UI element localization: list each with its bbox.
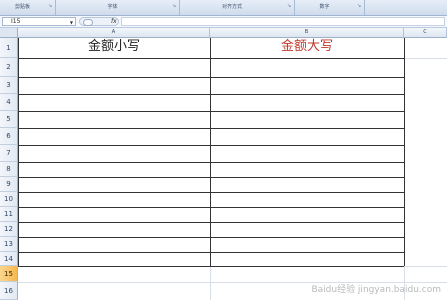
row-header[interactable]: 14	[0, 252, 18, 266]
table-border	[18, 252, 404, 253]
cell-b1[interactable]: 金额大写	[210, 38, 404, 56]
cell-a1[interactable]: 金额小写	[18, 38, 210, 56]
row-header-selected[interactable]: 15	[0, 266, 18, 282]
ribbon-group-label: 字体	[107, 4, 118, 10]
row-header[interactable]: 6	[0, 128, 18, 145]
formula-input[interactable]	[121, 17, 445, 26]
ribbon-group-label: 数字	[319, 4, 330, 10]
table-border	[210, 38, 211, 266]
table-border	[18, 111, 404, 112]
column-header-a[interactable]: A	[18, 28, 210, 38]
table-border	[18, 77, 404, 78]
insert-function-circle-icon[interactable]	[83, 19, 93, 26]
row-header[interactable]: 9	[0, 177, 18, 192]
ribbon-group-clipboard[interactable]: 剪贴板 ↘	[0, 0, 56, 15]
formula-bar: I15 ▼ fx	[0, 16, 447, 28]
row-header[interactable]: 10	[0, 192, 18, 207]
name-box-value: I15	[11, 18, 21, 25]
table-border	[18, 128, 404, 129]
table-border	[404, 38, 405, 266]
dialog-launcher-icon[interactable]: ↘	[357, 4, 362, 9]
ribbon: 剪贴板 ↘ 字体 ↘ 对齐方式 ↘ 数字 ↘	[0, 0, 447, 16]
ribbon-group-alignment[interactable]: 对齐方式 ↘	[180, 0, 295, 15]
row-header[interactable]: 2	[0, 58, 18, 77]
table-border	[18, 237, 404, 238]
row-header[interactable]: 3	[0, 77, 18, 94]
table-border	[18, 192, 404, 193]
fx-icon[interactable]: fx	[111, 18, 117, 26]
name-box[interactable]: I15 ▼	[2, 17, 76, 26]
table-border	[18, 94, 404, 95]
table-border	[18, 162, 404, 163]
table-border	[18, 38, 19, 266]
row-header[interactable]: 16	[0, 282, 18, 300]
table-border	[18, 207, 404, 208]
ribbon-group-label: 剪贴板	[14, 4, 30, 10]
row-header[interactable]: 5	[0, 111, 18, 128]
watermark: Baidu经验 jingyan.baidu.com	[311, 285, 441, 295]
column-header-c[interactable]: C	[404, 28, 447, 38]
select-all-corner[interactable]	[0, 28, 18, 38]
row-header[interactable]: 8	[0, 162, 18, 177]
ribbon-group-number[interactable]: 数字 ↘	[295, 0, 365, 15]
table-border	[18, 266, 404, 267]
dialog-launcher-icon[interactable]: ↘	[172, 4, 177, 9]
row-header[interactable]: 13	[0, 237, 18, 252]
row-header[interactable]: 4	[0, 94, 18, 111]
dialog-launcher-icon[interactable]: ↘	[287, 4, 292, 9]
table-border	[18, 145, 404, 146]
row-header[interactable]: 11	[0, 207, 18, 222]
dialog-launcher-icon[interactable]: ↘	[48, 4, 53, 9]
formula-buttons: fx	[79, 17, 119, 26]
table-border	[18, 177, 404, 178]
row-header[interactable]: 12	[0, 222, 18, 237]
table-border	[18, 58, 404, 59]
row-header[interactable]: 1	[0, 38, 18, 58]
row-header[interactable]: 7	[0, 145, 18, 162]
column-header-b[interactable]: B	[210, 28, 404, 38]
chevron-down-icon[interactable]: ▼	[70, 19, 73, 26]
table-border	[18, 222, 404, 223]
ribbon-group-label: 对齐方式	[221, 4, 242, 10]
ribbon-group-font[interactable]: 字体 ↘	[56, 0, 180, 15]
worksheet-grid[interactable]: 金额小写 金额大写	[18, 38, 447, 300]
